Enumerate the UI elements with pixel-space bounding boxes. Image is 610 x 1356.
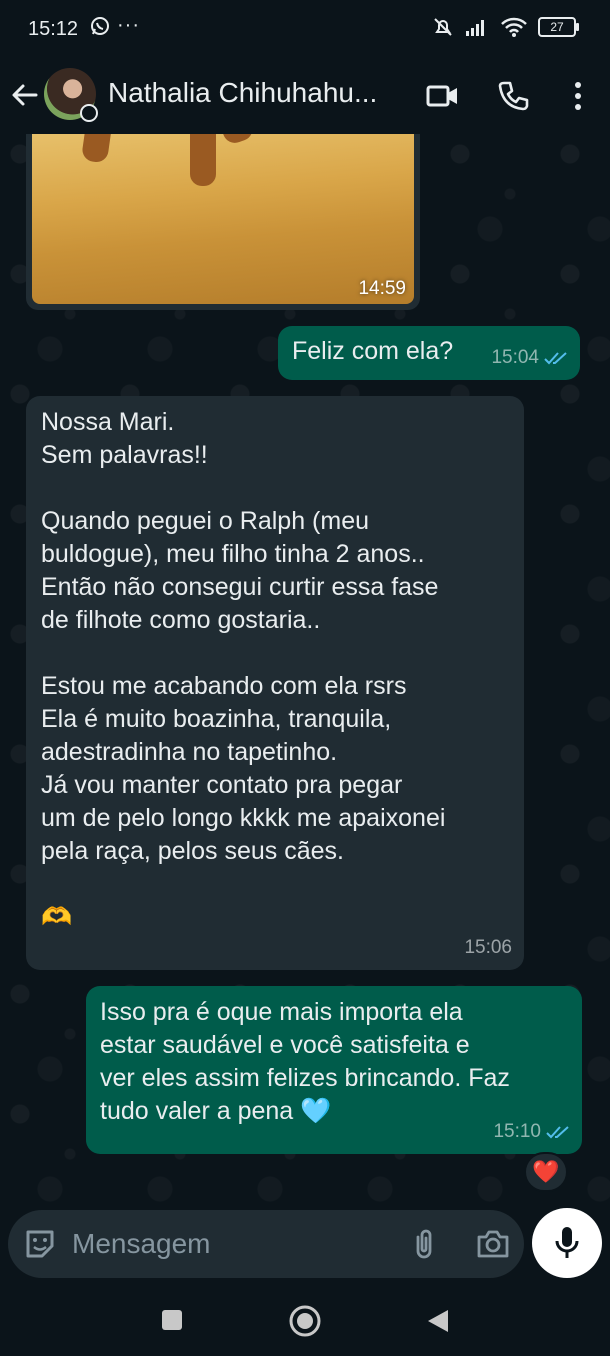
- incoming-message[interactable]: Nossa Mari. Sem palavras!! Quando peguei…: [26, 396, 524, 970]
- chat-area[interactable]: 14:59 Feliz com ela? 15:04 Nossa Mari. S…: [0, 134, 610, 1210]
- more-notifications-icon: ···: [117, 14, 140, 36]
- more-options-icon[interactable]: [560, 78, 596, 114]
- heart-reaction[interactable]: ❤️: [524, 1152, 568, 1192]
- chat-header: Nathalia Chihuhahu...: [0, 62, 610, 134]
- heart-icon: ❤️: [532, 1159, 560, 1184]
- puppy-paw: [218, 134, 256, 147]
- wifi-icon: [501, 17, 527, 37]
- message-text: Nossa Mari. Sem palavras!! Quando peguei…: [41, 408, 446, 931]
- mic-button[interactable]: [532, 1208, 602, 1278]
- outgoing-message[interactable]: Isso pra é oque mais importa ela estar s…: [86, 986, 582, 1154]
- message-meta: 15:04: [491, 341, 568, 374]
- video-call-icon[interactable]: [424, 78, 460, 114]
- back-arrow-icon[interactable]: [10, 80, 40, 110]
- bell-muted-icon: [434, 18, 452, 36]
- status-badge-icon: [80, 104, 98, 122]
- camera-icon[interactable]: [476, 1228, 510, 1260]
- attach-icon[interactable]: [410, 1227, 438, 1261]
- message-text: Isso pra é oque mais importa ela estar s…: [100, 998, 510, 1125]
- message-time: 14:59: [358, 278, 406, 299]
- message-meta: 15:06: [464, 931, 512, 964]
- voice-call-icon[interactable]: [496, 78, 532, 114]
- image-message[interactable]: 14:59: [26, 134, 420, 310]
- message-meta: 15:10: [493, 1115, 570, 1148]
- read-ticks-icon: [546, 1125, 569, 1138]
- home-icon[interactable]: [288, 1304, 322, 1338]
- message-composer[interactable]: Mensagem: [8, 1210, 524, 1278]
- recents-icon[interactable]: [160, 1308, 184, 1332]
- status-bar: 15:12 ··· 27: [0, 0, 610, 62]
- system-nav-bar: [0, 1284, 610, 1356]
- puppy-photo[interactable]: [32, 134, 414, 304]
- message-time: 15:04: [491, 347, 539, 368]
- puppy-paw: [190, 134, 216, 186]
- puppy-paw: [80, 134, 114, 164]
- outgoing-message[interactable]: Feliz com ela? 15:04: [278, 326, 580, 380]
- back-nav-icon[interactable]: [426, 1308, 450, 1334]
- contact-name[interactable]: Nathalia Chihuhahu...: [108, 77, 377, 109]
- mic-icon: [555, 1227, 579, 1258]
- message-time: 15:10: [493, 1121, 541, 1142]
- battery-indicator: 27: [538, 17, 579, 37]
- status-time: 15:12: [28, 18, 79, 40]
- message-input[interactable]: Mensagem: [72, 1228, 211, 1260]
- whatsapp-notification-icon: [91, 17, 109, 35]
- read-ticks-icon: [544, 351, 567, 364]
- sticker-icon[interactable]: [24, 1228, 56, 1260]
- message-text: Feliz com ela?: [292, 337, 454, 365]
- cell-signal-icon: [466, 20, 484, 36]
- message-time: 15:06: [464, 937, 512, 958]
- system-indicators: 27: [432, 16, 579, 38]
